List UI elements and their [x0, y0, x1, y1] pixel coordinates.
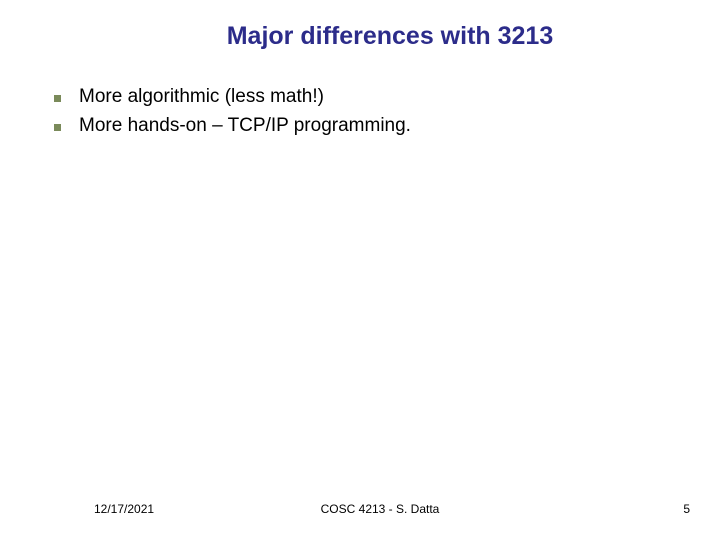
- footer-center: COSC 4213 - S. Datta: [0, 502, 720, 516]
- slide-title: Major differences with 3213: [0, 22, 720, 51]
- bullet-text: More hands-on – TCP/IP programming.: [79, 114, 411, 139]
- list-item: More algorithmic (less math!): [54, 85, 680, 110]
- footer-page-number: 5: [683, 502, 690, 516]
- bullet-text: More algorithmic (less math!): [79, 85, 324, 110]
- content-area: More algorithmic (less math!) More hands…: [54, 85, 680, 142]
- slide: Major differences with 3213 More algorit…: [0, 0, 720, 540]
- list-item: More hands-on – TCP/IP programming.: [54, 114, 680, 139]
- square-bullet-icon: [54, 124, 61, 131]
- square-bullet-icon: [54, 95, 61, 102]
